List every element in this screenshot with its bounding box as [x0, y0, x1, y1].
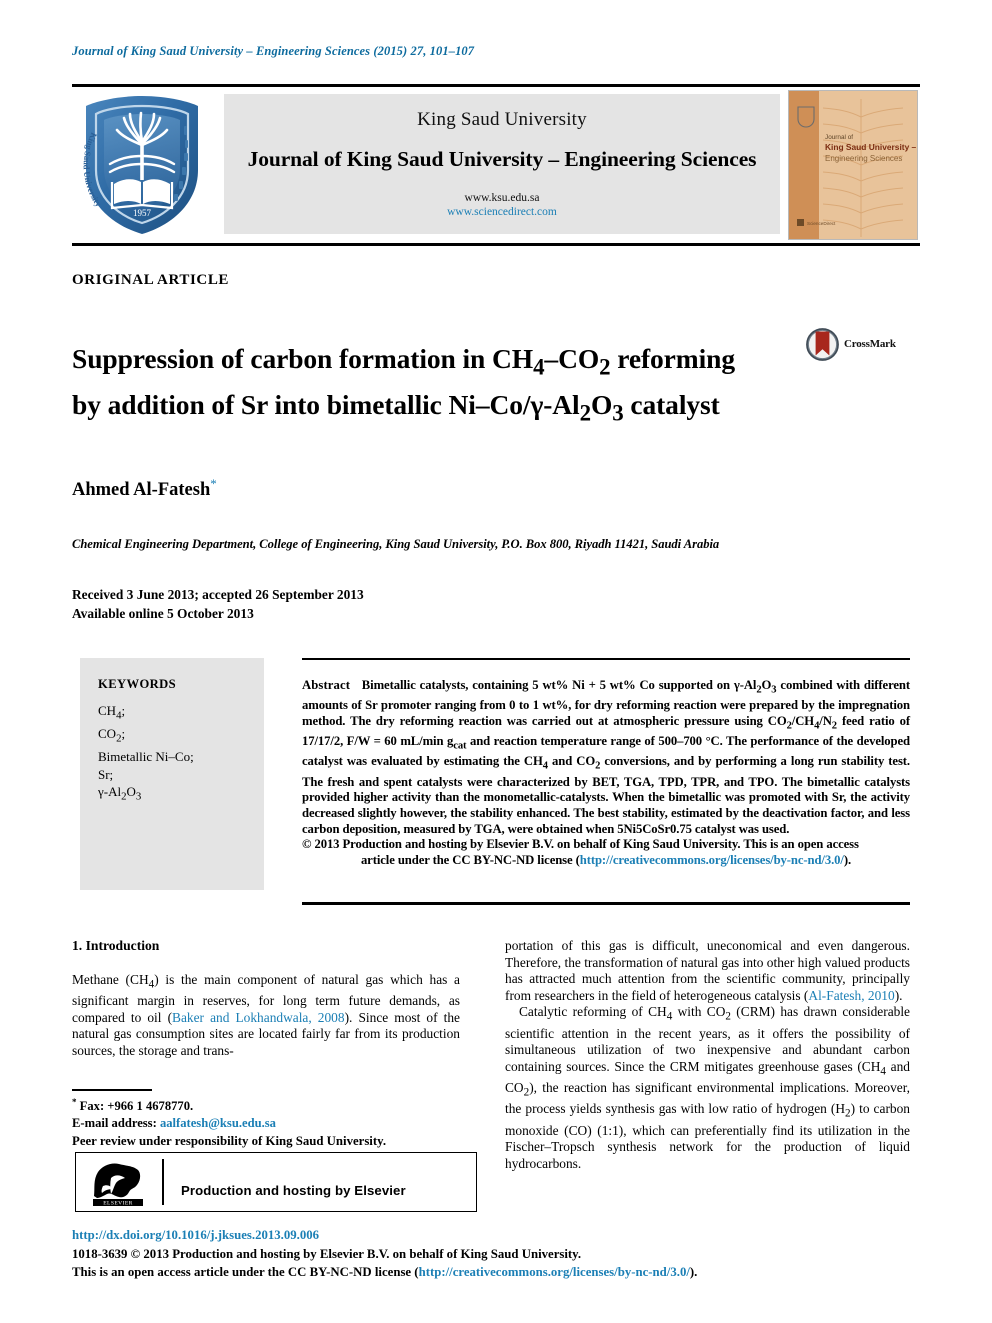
footer-license-line: This is an open access article under the…: [72, 1264, 792, 1282]
journal-cover-thumbnail: Journal of King Saud University – Engine…: [788, 90, 918, 240]
footer-license-suffix: ).: [689, 1264, 698, 1279]
corresponding-author-marker: *: [210, 476, 217, 491]
keyword-item: γ-Al2O3: [98, 784, 142, 803]
footnote-fax: * Fax: +966 1 4678770.: [72, 1094, 472, 1115]
masthead-top-rule: [72, 84, 920, 87]
intro-left-column: Methane (CH4) is the main component of n…: [72, 972, 460, 1060]
author-name: Ahmed Al-Fatesh*: [72, 476, 217, 501]
keyword-item: CH4;: [98, 703, 126, 722]
elsevier-hosting-box: ELSEVIER Production and hosting by Elsev…: [75, 1152, 477, 1212]
keywords-heading: KEYWORDS: [98, 677, 177, 691]
peer-review-note: Peer review under responsibility of King…: [72, 1134, 387, 1148]
crossmark-label: CrossMark: [844, 338, 896, 350]
svg-text:King Saud University –: King Saud University –: [825, 142, 917, 152]
footnote-email-link[interactable]: aalfatesh@ksu.edu.sa: [160, 1116, 276, 1130]
received-accepted-line: Received 3 June 2013; accepted 26 Septem…: [72, 587, 364, 602]
abstract-license-suffix: ).: [843, 853, 852, 868]
article-type-label: ORIGINAL ARTICLE: [72, 272, 230, 288]
king-saud-university-logo-icon: 1957 King Saud University: [76, 92, 208, 238]
masthead-journal-title: Journal of King Saud University – Engine…: [247, 147, 757, 171]
citation-al-fatesh[interactable]: Al-Fatesh, 2010: [808, 988, 894, 1003]
abstract: Abstract Bimetallic catalysts, containin…: [302, 678, 910, 869]
abstract-license-prefix: article under the CC BY-NC-ND license (: [360, 853, 580, 868]
keywords-box: KEYWORDS CH4; CO2; Bimetallic Ni–Co; Sr;…: [80, 658, 264, 890]
abstract-bottom-rule: [302, 902, 910, 905]
masthead-bottom-rule: [72, 243, 920, 246]
running-head: Journal of King Saud University – Engine…: [72, 44, 475, 58]
svg-text:Journal of: Journal of: [825, 134, 853, 141]
footnote-block: * Fax: +966 1 4678770. E-mail address: a…: [72, 1094, 472, 1132]
doi-link[interactable]: http://dx.doi.org/10.1016/j.jksues.2013.…: [72, 1228, 319, 1243]
intro-right-paragraph-1: portation of this gas is difficult, unec…: [505, 938, 910, 1004]
elsevier-logo-icon: ELSEVIER: [89, 1158, 147, 1207]
intro-right-text-2: ).: [894, 987, 903, 1003]
footnote-fax-label: Fax: +966 1 4678770.: [79, 1099, 194, 1114]
author-label: Ahmed Al-Fatesh: [72, 480, 211, 501]
masthead-ksu-url[interactable]: www.ksu.edu.sa: [224, 192, 780, 204]
abstract-license-link[interactable]: http://creativecommons.org/licenses/by-n…: [580, 853, 844, 867]
footnote-marker: *: [72, 1097, 77, 1107]
article-page: Journal of King Saud University – Engine…: [0, 0, 992, 1323]
masthead-center-panel: King Saud University Journal of King Sau…: [224, 94, 780, 234]
page-title: Suppression of carbon formation in CH4–C…: [72, 343, 735, 426]
masthead-university-name: King Saud University: [417, 109, 587, 130]
section-heading-introduction: 1. Introduction: [72, 938, 160, 953]
affiliation: Chemical Engineering Department, College…: [72, 537, 720, 551]
keyword-item: CO2;: [98, 726, 126, 745]
elsevier-hosting-label: Production and hosting by Elsevier: [181, 1183, 406, 1198]
abstract-copyright: © 2013 Production and hosting by Elsevie…: [302, 837, 859, 852]
svg-text:Engineering Sciences: Engineering Sciences: [825, 154, 902, 163]
intro-right-column: portation of this gas is difficult, unec…: [505, 938, 910, 1172]
keyword-item: Bimetallic Ni–Co;: [98, 749, 194, 765]
footnote-rule: [72, 1089, 152, 1091]
footer-license-prefix: This is an open access article under the…: [72, 1264, 419, 1279]
abstract-license: article under the CC BY-NC-ND license (h…: [302, 853, 910, 869]
svg-text:1957: 1957: [133, 208, 152, 218]
citation-baker-lokhandwala[interactable]: Baker and Lokhandwala, 2008: [172, 1010, 345, 1025]
abstract-heading: Abstract: [302, 678, 351, 692]
footnote-email: E-mail address: aalfatesh@ksu.edu.sa: [72, 1115, 472, 1132]
article-dates: Received 3 June 2013; accepted 26 Septem…: [72, 585, 572, 623]
abstract-top-rule: [302, 658, 910, 660]
crossmark-badge[interactable]: CrossMark: [806, 328, 922, 362]
footer-license-link[interactable]: http://creativecommons.org/licenses/by-n…: [419, 1265, 690, 1279]
masthead: 1957 King Saud University King Saud Univ…: [72, 90, 920, 240]
keywords-list: CH4; CO2; Bimetallic Ni–Co; Sr; γ-Al2O3: [98, 702, 194, 806]
available-online-line: Available online 5 October 2013: [72, 606, 254, 621]
footnote-email-label: E-mail address:: [72, 1116, 157, 1131]
keyword-item: Sr;: [98, 766, 114, 782]
svg-text:ELSEVIER: ELSEVIER: [103, 1201, 133, 1206]
masthead-sciencedirect-url[interactable]: www.sciencedirect.com: [224, 206, 780, 218]
intro-right-paragraph-2: Catalytic reforming of CH4 with CO2 (CRM…: [505, 1004, 911, 1171]
footer-copyright: 1018-3639 © 2013 Production and hosting …: [72, 1246, 792, 1281]
footer-issn-line: 1018-3639 © 2013 Production and hosting …: [72, 1247, 582, 1261]
elsevier-divider: [162, 1159, 164, 1205]
crossmark-icon: [806, 328, 839, 361]
svg-text:ScienceDirect: ScienceDirect: [807, 221, 836, 226]
